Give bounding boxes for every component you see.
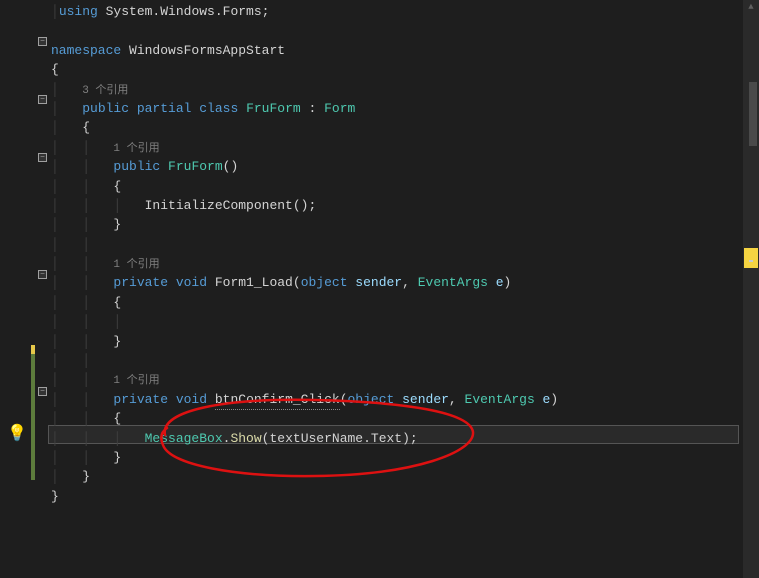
code-line[interactable] [51, 21, 558, 40]
code-line[interactable]: │ │ 1 个引用 [51, 254, 558, 273]
code-line[interactable]: │ │ private void btnConfirm_Click(object… [51, 390, 558, 409]
code-line[interactable]: { [51, 60, 558, 79]
code-line[interactable]: │ │ { [51, 177, 558, 196]
scrollbar-marker [744, 248, 758, 268]
fold-btn[interactable]: − [38, 153, 47, 162]
code-line[interactable]: │ public partial class FruForm : Form [51, 99, 558, 118]
code-line[interactable]: │ │ │ [51, 312, 558, 331]
fold-btn[interactable]: − [38, 387, 47, 396]
fold-btn[interactable]: − [38, 37, 47, 46]
code-line[interactable]: │ │ [51, 235, 558, 254]
scrollbar-arrow-up[interactable]: ▲ [745, 2, 757, 14]
gutter: − − − − − 💡 [0, 0, 48, 578]
code-line[interactable]: │ │ [51, 351, 558, 370]
scrollbar-caret-marker [749, 260, 753, 262]
code-line[interactable]: │ │ private void Form1_Load(object sende… [51, 273, 558, 292]
vertical-scrollbar[interactable] [743, 0, 759, 578]
fold-btn[interactable]: − [38, 95, 47, 104]
scrollbar-thumb[interactable] [749, 82, 757, 146]
code-line[interactable]: namespace WindowsFormsAppStart [51, 41, 558, 60]
code-content[interactable]: │using System.Windows.Forms; namespace W… [51, 2, 558, 506]
change-marker [31, 345, 35, 354]
code-line[interactable]: │ │ 1 个引用 [51, 138, 558, 157]
code-line[interactable]: │ │ │ MessageBox.Show(textUserName.Text)… [51, 429, 558, 448]
fold-btn[interactable]: − [38, 270, 47, 279]
code-line[interactable]: } [51, 487, 558, 506]
code-line[interactable]: │ │ │ InitializeComponent(); [51, 196, 558, 215]
code-line[interactable]: │ │ public FruForm() [51, 157, 558, 176]
code-line[interactable]: │ │ { [51, 293, 558, 312]
code-line[interactable]: │ │ 1 个引用 [51, 370, 558, 389]
code-line[interactable]: │ │ } [51, 332, 558, 351]
code-line[interactable]: │ } [51, 467, 558, 486]
change-marker [31, 345, 35, 480]
code-line[interactable]: │ │ } [51, 215, 558, 234]
code-line[interactable]: │using System.Windows.Forms; [51, 2, 558, 21]
code-line[interactable]: │ │ { [51, 409, 558, 428]
code-line[interactable]: │ 3 个引用 [51, 80, 558, 99]
code-line[interactable]: │ │ } [51, 448, 558, 467]
code-line[interactable]: │ { [51, 118, 558, 137]
code-editor[interactable]: − − − − − 💡 │using System.Windows.Forms;… [0, 0, 759, 578]
lightbulb-icon[interactable]: 💡 [7, 423, 21, 441]
